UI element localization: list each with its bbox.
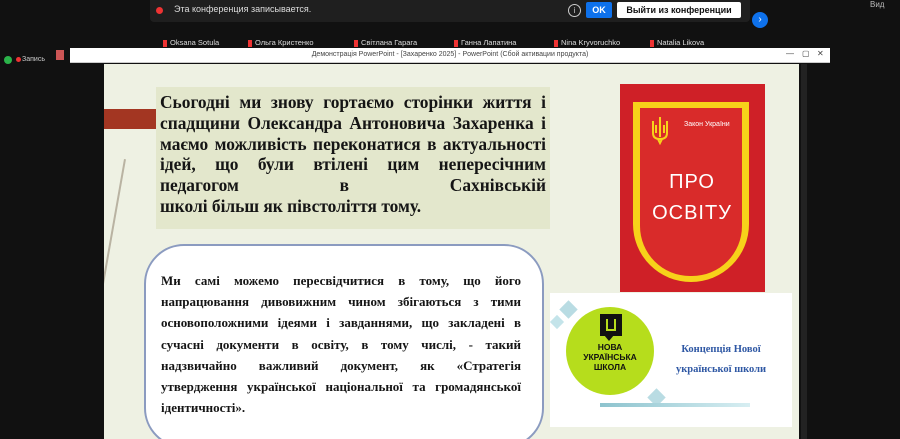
view-button[interactable]: Вид <box>870 0 884 9</box>
nus-concept-image: НОВА УКРАЇНСЬКА ШКОЛА Концепція Нової ук… <box>549 293 792 427</box>
recording-dot-icon <box>16 57 21 62</box>
participant-name: Oksana Sotula <box>170 38 220 47</box>
triangle-icon <box>604 335 614 341</box>
mic-muted-icon <box>248 39 252 47</box>
restore-button[interactable]: ▢ <box>802 49 810 58</box>
scrollbar[interactable] <box>801 64 807 439</box>
quote-line: Сьогодні ми знову гортаємо сторінки житт… <box>160 92 532 112</box>
security-shield-icon <box>4 56 12 64</box>
nus-title: Концепція Нової української школи <box>675 344 767 375</box>
participant-name: Nina Kryvoruchko <box>561 38 621 47</box>
accent-bar <box>104 109 156 129</box>
decorative-diamond <box>559 300 578 319</box>
recording-banner: Эта конференция записывается. i OK Выйти… <box>150 0 750 22</box>
recording-text: Эта конференция записывается. <box>174 4 312 14</box>
mic-muted-icon <box>554 39 558 47</box>
powerpoint-icon <box>56 50 64 60</box>
decorative-bar <box>600 403 750 407</box>
info-icon[interactable]: i <box>568 4 581 17</box>
next-page-icon[interactable]: › <box>752 12 768 28</box>
participant-name: Ганна Лапатина <box>461 38 517 47</box>
mic-muted-icon <box>354 39 358 47</box>
law-subtitle: Закон України <box>684 121 730 128</box>
quote-box-bottom: Ми самі можемо пересвідчитися в тому, що… <box>144 244 544 439</box>
tryzub-icon <box>652 117 668 145</box>
recording-status[interactable]: Запись <box>22 56 45 63</box>
powerpoint-title-bar: Демонстрація PowerPoint - [Захаренко 202… <box>70 48 830 63</box>
mic-muted-icon <box>454 39 458 47</box>
presentation-slide: Сьогодні ми знову гортаємо сторінки житт… <box>104 64 799 439</box>
leave-meeting-button[interactable]: Выйти из конференции <box>617 2 741 18</box>
participant-name: Ольга Кристенко <box>255 38 314 47</box>
minimize-button[interactable]: — <box>786 49 794 58</box>
powerpoint-title: Демонстрація PowerPoint - [Захаренко 202… <box>311 51 589 58</box>
law-cover-image: Закон України ПРО ОСВІТУ <box>620 84 765 292</box>
law-title: ПРО ОСВІТУ <box>652 171 732 224</box>
mic-muted-icon <box>650 39 654 47</box>
ok-button[interactable]: OK <box>586 2 612 18</box>
quote-line: школі більш як півстоліття тому. <box>160 195 422 216</box>
quote-bottom-text: Ми самі можемо пересвідчитися в тому, що… <box>161 273 521 416</box>
decorative-diamond <box>549 314 565 330</box>
recording-icon <box>156 7 163 14</box>
quote-box-top: Сьогодні ми знову гортаємо сторінки житт… <box>156 87 550 229</box>
nus-logo-text: НОВА УКРАЇНСЬКА ШКОЛА <box>583 342 637 372</box>
participant-name: Світлана Гарага <box>361 38 418 47</box>
mic-muted-icon <box>163 39 167 47</box>
participant-name: Natalia Likova <box>657 38 705 47</box>
nus-logo-icon <box>600 314 622 336</box>
quote-top-text: Сьогодні ми знову гортаємо сторінки житт… <box>160 92 546 217</box>
close-button[interactable]: ✕ <box>817 49 824 58</box>
logo-mark <box>606 319 616 331</box>
nus-logo-circle: НОВА УКРАЇНСЬКА ШКОЛА <box>566 307 654 395</box>
decorative-line <box>104 159 126 439</box>
